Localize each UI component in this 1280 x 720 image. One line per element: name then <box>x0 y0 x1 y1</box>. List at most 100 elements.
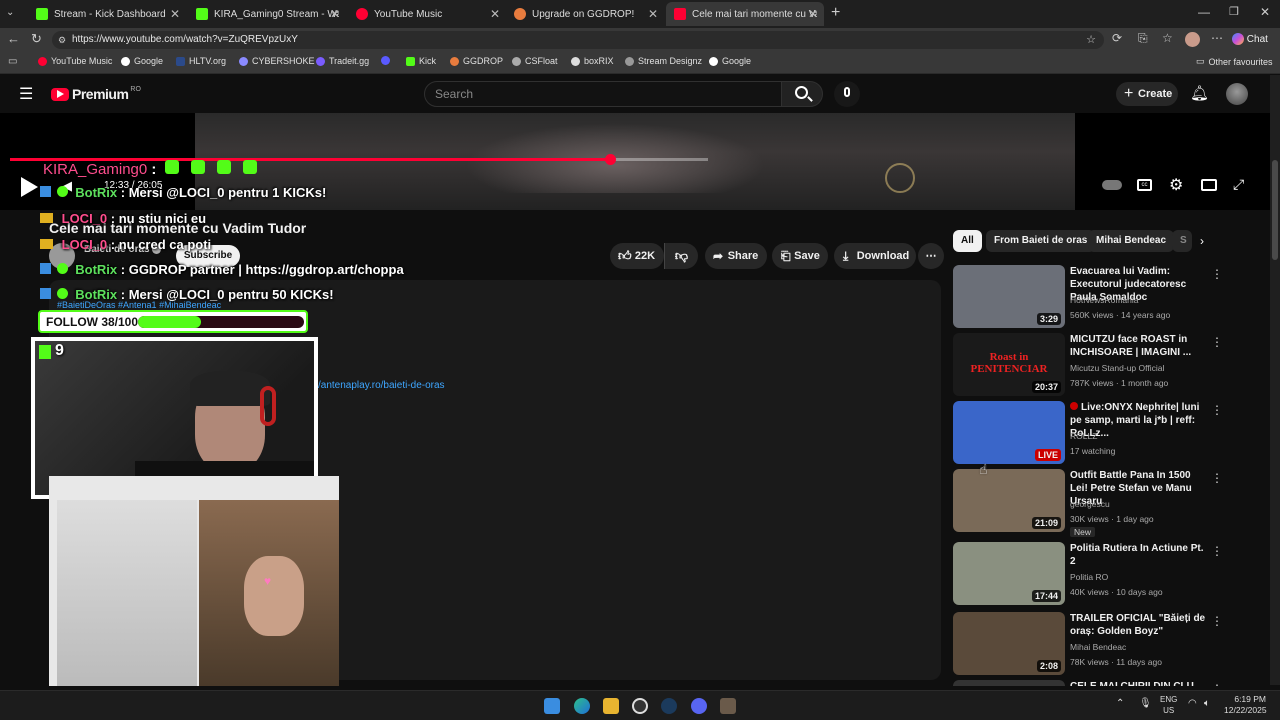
recommendation-item[interactable]: 3:29 Evacuarea lui Vadim: Executorul jude… <box>953 265 1223 329</box>
recommendation-item[interactable]: CELE MAI CHIRII DIN CLU...⋮ <box>953 680 1223 686</box>
recommendation-channel[interactable]: ROLLZ <box>1070 431 1097 441</box>
close-icon[interactable]: ✕ <box>330 7 340 21</box>
create-button[interactable]: + Create <box>1116 82 1178 106</box>
video-thumbnail[interactable]: 21:09 <box>953 469 1065 532</box>
recommendation-title[interactable]: TRAILER OFICIAL "Băieți de oraș: Golden … <box>1070 612 1210 638</box>
microphone-icon[interactable]: 🎙︎ <box>1139 698 1152 709</box>
url-field[interactable]: ⚙ https://www.youtube.com/watch?v=ZuQREV… <box>52 31 1104 49</box>
youtube-premium-logo[interactable]: Premium RO <box>51 85 141 103</box>
chip-next-icon[interactable]: › <box>1200 234 1204 248</box>
video-thumbnail[interactable]: 17:44 <box>953 542 1065 605</box>
subtitles-icon[interactable]: cc <box>1137 179 1152 191</box>
video-thumbnail[interactable]: Roast in PENITENCIAR 20:37 <box>953 333 1065 396</box>
reading-list-icon[interactable]: ▭ <box>8 56 17 67</box>
recommendation-title[interactable]: MICUTZU face ROAST in INCHISOARE | IMAGI… <box>1070 333 1210 359</box>
description-link[interactable]: /antenaplay.ro/baieti-de-oras <box>318 380 445 391</box>
video-thumbnail[interactable]: 3:29 <box>953 265 1065 328</box>
tab-kick-dashboard[interactable]: Stream - Kick Dashboard ✕ <box>28 2 186 26</box>
collections-icon[interactable]: ☆ <box>1162 31 1173 45</box>
autoplay-toggle[interactable] <box>1102 180 1122 190</box>
bookmark-ggdrop[interactable]: GGDROP <box>450 56 503 66</box>
tab-kira-stream[interactable]: KIRA_Gaming0 Stream - Watch Li... ✕ <box>188 2 346 26</box>
bookmark-google[interactable]: Google <box>121 56 163 66</box>
chip-more[interactable]: S <box>1172 230 1192 252</box>
recommendation-channel[interactable]: HotNewsRomania <box>1070 295 1139 305</box>
more-options-icon[interactable]: ⋮ <box>1211 335 1223 349</box>
language-indicator[interactable]: ENG US <box>1160 694 1177 716</box>
theater-mode-icon[interactable] <box>1201 179 1217 191</box>
other-favourites[interactable]: ▭ Other favourites <box>1196 56 1273 67</box>
save-button[interactable]: ⎗ Save <box>772 243 828 269</box>
close-icon[interactable]: ✕ <box>490 7 500 21</box>
more-actions-button[interactable]: ⋯ <box>918 243 944 269</box>
bookmark-unnamed[interactable] <box>381 56 394 65</box>
recommendation-title[interactable]: Politia Rutiera In Actiune Pt. 2 <box>1070 542 1210 568</box>
close-icon[interactable]: ✕ <box>648 7 658 21</box>
chip-mihai-bendeac[interactable]: Mihai Bendeac <box>1088 230 1175 252</box>
back-icon[interactable]: ← <box>7 31 20 46</box>
edge-browser-icon[interactable] <box>574 698 590 714</box>
steam-icon[interactable] <box>661 698 677 714</box>
share-button[interactable]: ➦ Share <box>705 243 767 269</box>
page-scrollbar[interactable] <box>1270 75 1280 685</box>
close-icon[interactable]: ✕ <box>170 7 180 21</box>
video-thumbnail[interactable]: LIVE <box>953 401 1065 464</box>
video-thumbnail[interactable] <box>953 680 1065 686</box>
copilot-chat-button[interactable]: Chat <box>1232 31 1268 49</box>
close-window-button[interactable]: ✕ <box>1260 5 1270 19</box>
recommendation-title[interactable]: CELE MAI CHIRII DIN CLU... <box>1070 680 1210 686</box>
recommendation-item[interactable]: 17:44 Politia Rutiera In Actiune Pt. 2 Pol… <box>953 542 1223 606</box>
search-button[interactable] <box>781 81 823 107</box>
recommendation-channel[interactable]: georgescu <box>1070 499 1110 509</box>
start-menu-icon[interactable] <box>544 698 560 714</box>
notifications-bell-icon[interactable]: 🔔︎ <box>1190 84 1209 102</box>
volume-icon[interactable]: 🔈︎ <box>1204 698 1210 709</box>
minimize-button[interactable]: — <box>1198 5 1210 19</box>
download-button[interactable]: ⤓ Download <box>834 243 916 269</box>
obs-icon[interactable] <box>632 698 648 714</box>
bookmark-cybershoke[interactable]: CYBERSHOKE <box>239 56 315 66</box>
discord-icon[interactable] <box>691 698 707 714</box>
favorites-icon[interactable]: ⎘ <box>1138 31 1148 46</box>
more-options-icon[interactable]: ⋮ <box>1211 614 1223 628</box>
chip-all[interactable]: All <box>953 230 982 252</box>
recommendation-item[interactable]: LIVE Live:ONYX Nephrite| luni pe samp, ma… <box>953 401 1223 465</box>
bookmark-google-2[interactable]: Google <box>709 56 751 66</box>
voice-search-button[interactable] <box>834 81 860 107</box>
bookmark-youtube-music[interactable]: YouTube Music <box>38 56 112 66</box>
tab-ggdrop[interactable]: Upgrade on GGDROP! ✕ <box>506 2 664 26</box>
bookmark-csfloat[interactable]: CSFloat <box>512 56 558 66</box>
tab-youtube-video[interactable]: Cele mai tari momente cu Vadim T ✕ <box>666 2 824 26</box>
video-thumbnail[interactable]: 2:08 <box>953 612 1065 675</box>
dislike-button[interactable]: 👎︎ <box>664 243 698 269</box>
extensions-icon[interactable]: ⟳ <box>1112 31 1122 45</box>
more-options-icon[interactable]: ⋮ <box>1211 267 1223 281</box>
new-tab-button[interactable]: + <box>831 4 840 22</box>
bookmark-stream-designz[interactable]: Stream Designz <box>625 56 702 66</box>
scrollbar-thumb[interactable] <box>1272 160 1278 260</box>
bookmark-boxrix[interactable]: boxRIX <box>571 56 614 66</box>
more-options-icon[interactable]: ⋮ <box>1211 403 1223 417</box>
recommendation-item[interactable]: Roast in PENITENCIAR 20:37 MICUTZU face RO… <box>953 333 1223 397</box>
recommendation-channel[interactable]: Mihai Bendeac <box>1070 642 1126 652</box>
tray-overflow-icon[interactable]: ⌃ <box>1116 698 1124 709</box>
fullscreen-icon[interactable]: ⤢ <box>1233 176 1244 193</box>
profile-avatar[interactable] <box>1185 32 1200 47</box>
recommendation-item[interactable]: 21:09 Outfit Battle Pana In 1500 Lei! Pet… <box>953 469 1223 537</box>
more-options-icon[interactable]: ⋮ <box>1211 682 1223 686</box>
play-button[interactable] <box>21 177 38 197</box>
settings-gear-icon[interactable]: ⚙ <box>1169 175 1183 195</box>
refresh-icon[interactable]: ↻ <box>31 31 42 47</box>
wifi-icon[interactable]: ◠ <box>1188 698 1197 709</box>
bookmark-hltv[interactable]: HLTV.org <box>176 56 226 66</box>
account-avatar[interactable] <box>1226 83 1248 105</box>
tab-youtube-music[interactable]: YouTube Music ✕ <box>348 2 506 26</box>
recommendation-channel[interactable]: Micutzu Stand-up Official <box>1070 363 1164 373</box>
recommendation-channel[interactable]: Politia RO <box>1070 572 1108 582</box>
file-explorer-icon[interactable] <box>603 698 619 714</box>
system-clock[interactable]: 6:19 PM 12/22/2025 <box>1224 694 1267 716</box>
favorite-star-icon[interactable]: ☆ <box>1086 31 1096 49</box>
chip-from-baieti-de-oras[interactable]: From Baieti de oras <box>986 230 1096 252</box>
search-input[interactable]: Search <box>424 81 782 107</box>
tab-actions-icon[interactable]: ⌄ <box>6 7 14 18</box>
